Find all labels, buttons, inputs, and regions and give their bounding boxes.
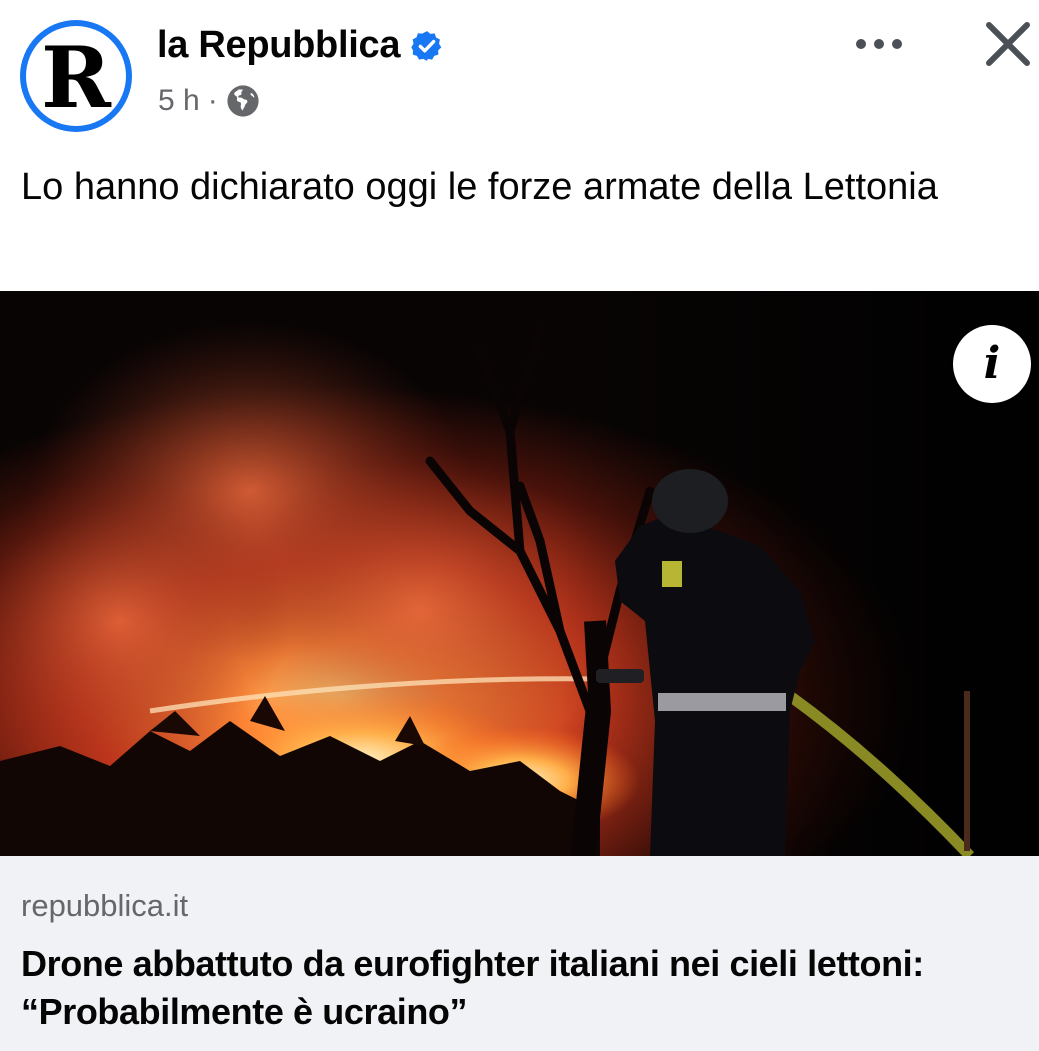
more-dot-icon (856, 39, 866, 49)
more-dot-icon (874, 39, 884, 49)
more-options-button[interactable] (848, 22, 910, 66)
link-domain: repubblica.it (21, 888, 189, 923)
post-meta: 5 h · (158, 84, 260, 118)
page-name-row: la Repubblica (157, 24, 444, 67)
info-button[interactable]: i (953, 325, 1031, 403)
facebook-post: R la Repubblica 5 h · Lo hanno dichiarat… (0, 0, 1039, 1051)
meta-separator: · (207, 84, 218, 117)
globe-icon[interactable] (226, 84, 260, 118)
verified-badge-icon (410, 29, 444, 63)
page-name[interactable]: la Repubblica (157, 24, 400, 67)
avatar-inner: R (26, 26, 126, 126)
post-text: Lo hanno dichiarato oggi le forze armate… (21, 166, 938, 208)
link-title[interactable]: Drone abbattuto da eurofighter italiani … (21, 940, 1036, 1036)
post-image[interactable] (0, 291, 1039, 856)
post-timestamp[interactable]: 5 h (158, 84, 200, 118)
page-avatar[interactable]: R (20, 20, 132, 132)
close-icon (986, 22, 1030, 66)
fire-scene-image (0, 291, 1039, 856)
more-dot-icon (892, 39, 902, 49)
close-button[interactable] (982, 18, 1034, 70)
link-preview[interactable]: repubblica.it Drone abbattuto da eurofig… (0, 856, 1039, 1051)
avatar-logo-letter: R (41, 28, 111, 127)
info-icon: i (983, 338, 1001, 389)
